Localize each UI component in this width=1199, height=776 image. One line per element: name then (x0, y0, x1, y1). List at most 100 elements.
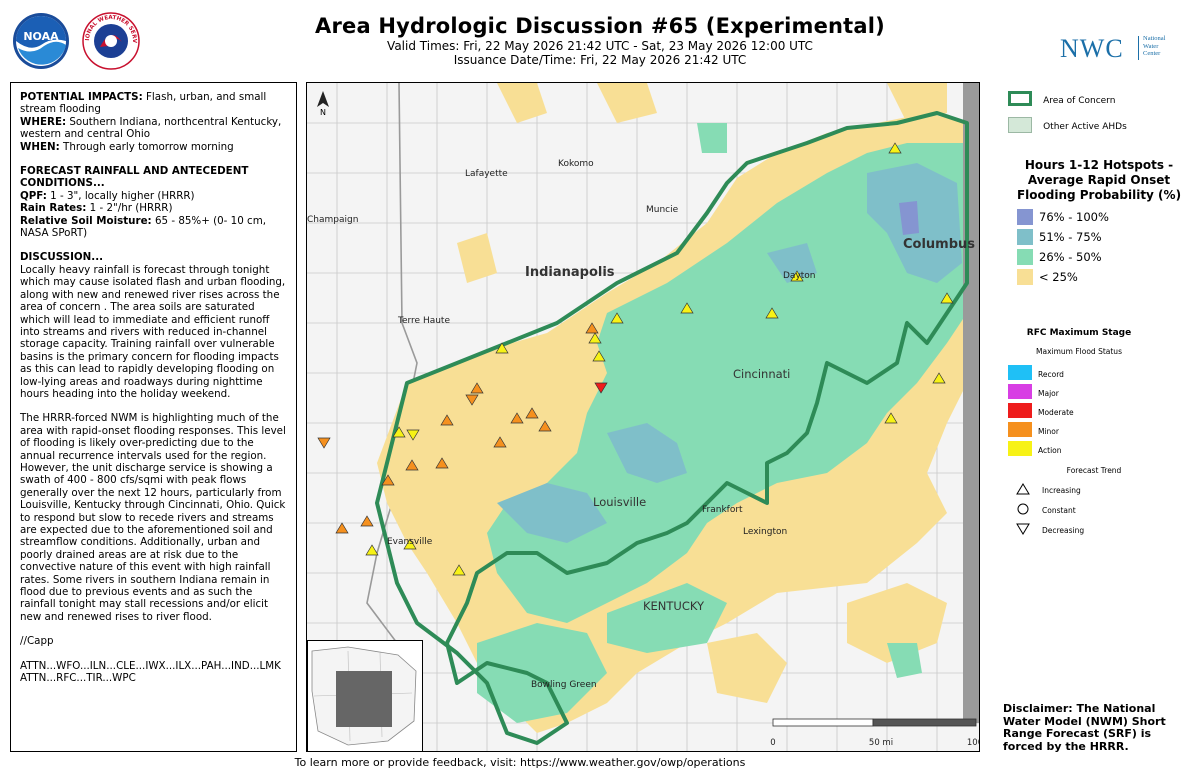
map-panel[interactable]: N 0 50 mi 100 Indianapolis Columbus Cinc… (306, 82, 980, 752)
city-label: Kokomo (558, 159, 594, 169)
qpf-text: 1 - 3", locally higher (HRRR) (50, 189, 195, 202)
hotspots-title: Hours 1-12 Hotspots - Average Rapid Onse… (1016, 158, 1182, 202)
when-label: WHEN: (20, 140, 60, 153)
other-ahds-swatch (1008, 116, 1032, 133)
flood-status-item: Record (1008, 362, 1074, 381)
discussion-paragraph-2: The HRRR-forced NWM is highlighting much… (20, 412, 286, 623)
flood-status-label: Action (1038, 446, 1062, 455)
flood-status-title: Maximum Flood Status (1036, 347, 1122, 356)
hotspot-bin: < 25% (1017, 266, 1109, 286)
header: NOAA NATIONAL WEATHER SERVICE Area Hydro… (0, 0, 1199, 80)
city-label: Columbus (903, 237, 976, 252)
hotspot-swatch (1017, 248, 1033, 265)
svg-text:N: N (320, 108, 326, 117)
hotspot-bin-label: < 25% (1039, 270, 1078, 284)
scale-label-50: 50 mi (869, 738, 893, 748)
rates-text: 1 - 2"/hr (HRRR) (89, 202, 173, 215)
trend-list: Increasing Constant Decreasing (1016, 478, 1084, 538)
rates-label: Rain Rates: (20, 202, 87, 215)
impacts-block: POTENTIAL IMPACTS: Flash, urban, and sma… (20, 91, 287, 153)
flood-status-swatch (1008, 403, 1032, 418)
city-label: Champaign (307, 215, 359, 225)
flood-status-swatch (1008, 365, 1032, 380)
trend-label: Increasing (1042, 486, 1081, 495)
hotspot-swatch (1017, 228, 1033, 245)
noaa-logo: NOAA (13, 13, 69, 69)
discussion-heading: DISCUSSION... (20, 251, 104, 264)
flood-status-item: Minor (1008, 419, 1074, 438)
qpf-label: QPF: (20, 189, 47, 202)
triangle-up-icon (1016, 482, 1030, 494)
legend-other-ahds: Other Active AHDs (1008, 114, 1127, 133)
discussion-block: DISCUSSION... Locally heavy rainfall is … (20, 251, 287, 400)
flood-status-item: Major (1008, 381, 1074, 400)
trend-item: Constant (1016, 498, 1084, 518)
city-label: Indianapolis (525, 265, 615, 280)
scale-label-0: 0 (770, 738, 775, 748)
other-ahds-label: Other Active AHDs (1043, 122, 1127, 132)
city-label: Lexington (743, 527, 788, 537)
inset-extent-box (336, 671, 392, 727)
nws-logo: NATIONAL WEATHER SERVICE (82, 12, 140, 70)
trend-label: Constant (1042, 506, 1076, 515)
city-label: KENTUCKY (643, 599, 705, 613)
discussion-paragraph-1: Locally heavy rainfall is forecast throu… (20, 263, 286, 400)
scale-label-100: 100 (967, 738, 980, 748)
hotspot-bins: 76% - 100% 51% - 75% 26% - 50% < 25% (1017, 206, 1109, 286)
valid-times: Valid Times: Fri, 22 May 2026 21:42 UTC … (387, 39, 813, 53)
forecast-block: FORECAST RAINFALL AND ANTECEDENT CONDITI… (20, 165, 287, 239)
city-label: Bowling Green (531, 680, 597, 690)
nwc-logo-word: Center (1143, 50, 1161, 57)
legend-panel: Area of Concern Other Active AHDs Hours … (1004, 86, 1194, 535)
rfc-title: RFC Maximum Stage (1026, 328, 1132, 338)
flood-status-label: Record (1038, 370, 1064, 379)
trend-title: Forecast Trend (1066, 466, 1122, 475)
page-title: Area Hydrologic Discussion #65 (Experime… (315, 14, 885, 38)
where-label: WHERE: (20, 115, 67, 128)
hotspot-swatch (1017, 268, 1033, 285)
nwc-logo-word: Water (1143, 42, 1159, 50)
forecast-heading: FORECAST RAINFALL AND ANTECEDENT CONDITI… (20, 165, 249, 190)
legend-area-of-concern: Area of Concern (1008, 88, 1115, 107)
hotspot-bin-label: 76% - 100% (1039, 210, 1109, 224)
inset-locator-map (307, 640, 423, 751)
nwc-logo-big: NWC (1060, 34, 1124, 63)
flood-status-item: Moderate (1008, 400, 1074, 419)
city-label: Cincinnati (733, 367, 791, 381)
nwc-logo-word: National (1143, 35, 1166, 42)
city-label: Dayton (783, 271, 816, 281)
flood-status-list: Record Major Moderate Minor Action (1008, 362, 1074, 457)
attn-line-2: ATTN...RFC...TIR...WPC (20, 672, 136, 685)
city-label: Muncie (646, 205, 679, 215)
area-of-concern-swatch (1008, 91, 1032, 106)
when-text: Through early tomorrow morning (63, 140, 234, 153)
flood-status-label: Minor (1038, 427, 1059, 436)
city-label: Lafayette (465, 169, 508, 179)
flood-status-label: Major (1038, 389, 1059, 398)
nwc-logo-small: National Water Center (1143, 35, 1177, 58)
hotspot-bin: 51% - 75% (1017, 226, 1109, 246)
noaa-logo-text: NOAA (23, 30, 59, 43)
city-label: Evansville (387, 537, 433, 547)
disclaimer: Disclaimer: The National Water Model (NW… (1003, 702, 1166, 753)
flood-status-item: Action (1008, 438, 1074, 457)
area-of-concern-label: Area of Concern (1043, 96, 1116, 106)
triangle-down-icon (1016, 523, 1030, 535)
signature: //Capp (20, 635, 54, 648)
hotspot-bin-label: 51% - 75% (1039, 230, 1102, 244)
flood-status-swatch (1008, 441, 1032, 456)
discussion-panel: POTENTIAL IMPACTS: Flash, urban, and sma… (10, 82, 297, 752)
flood-status-swatch (1008, 384, 1032, 399)
nwc-logo-divider (1138, 36, 1139, 60)
city-label: Frankfort (702, 505, 743, 515)
circle-icon (1017, 503, 1029, 514)
trend-item: Decreasing (1016, 518, 1084, 538)
trend-label: Decreasing (1042, 526, 1085, 535)
footer-feedback-link[interactable]: To learn more or provide feedback, visit… (0, 756, 1040, 769)
hotspot-bin-label: 26% - 50% (1039, 250, 1102, 264)
attn-line-1: ATTN...WFO...ILN...CLE...IWX...ILX...PAH… (20, 659, 281, 672)
city-label: Louisville (593, 495, 647, 509)
city-label: Terre Haute (398, 316, 451, 326)
impacts-label: POTENTIAL IMPACTS: (20, 91, 143, 103)
hotspot-bin: 26% - 50% (1017, 246, 1109, 266)
